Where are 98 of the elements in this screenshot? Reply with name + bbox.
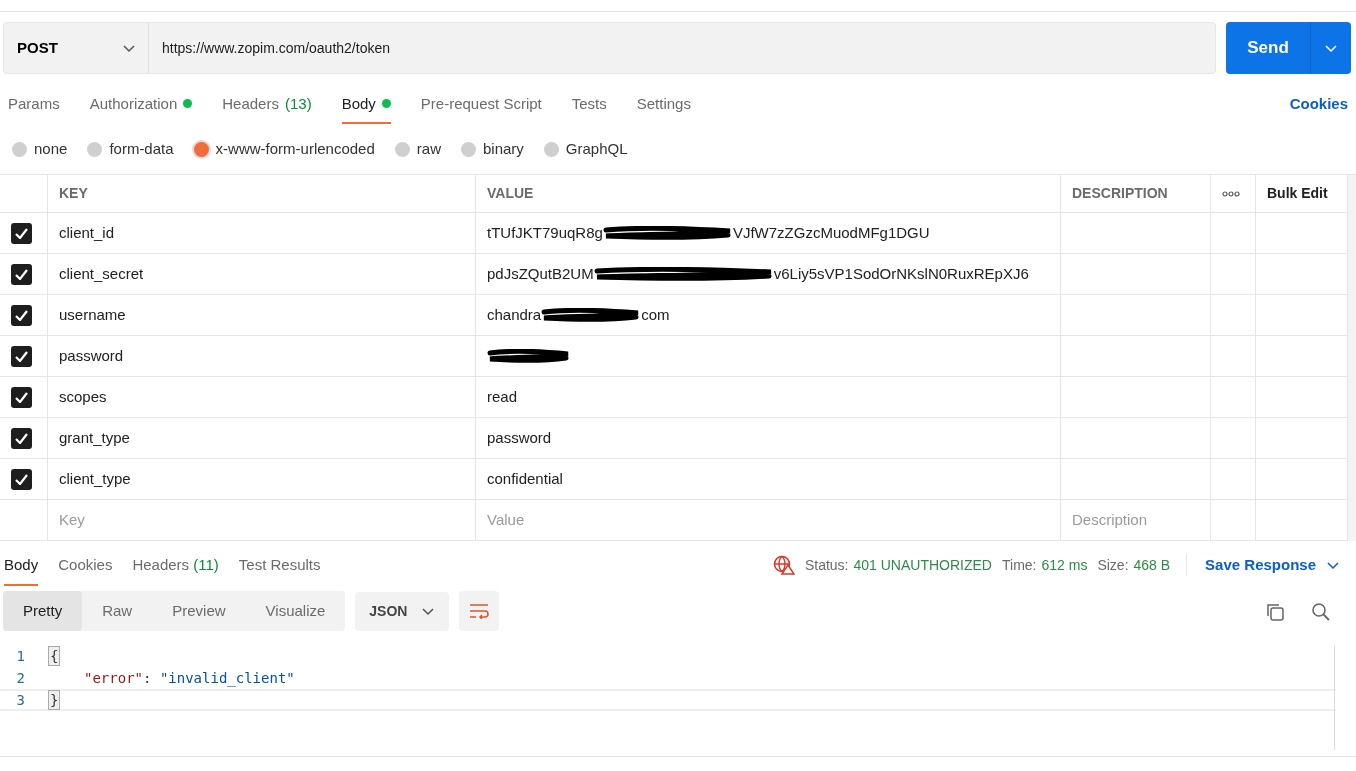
view-mode-tab[interactable]: Visualize [245, 590, 346, 632]
json-key: "error" [84, 667, 143, 689]
radio-button[interactable] [193, 141, 209, 157]
placeholder-text: Description [1072, 509, 1148, 530]
request-tab[interactable]: Settings [636, 92, 691, 124]
view-mode-tab[interactable]: Raw [82, 590, 153, 632]
checkbox[interactable] [11, 427, 32, 449]
code-text: : [143, 668, 153, 688]
cell-text: chandra [487, 304, 542, 325]
cell-text: com [641, 304, 670, 325]
code-text: } [48, 690, 61, 710]
checkmark-icon [15, 268, 28, 280]
table-cell [1211, 295, 1256, 336]
chevron-down-icon [1326, 559, 1340, 571]
request-tab[interactable]: Body [341, 92, 391, 124]
checkbox[interactable] [11, 222, 32, 244]
search-icon [1311, 601, 1331, 622]
cell-text: tTUfJKT79uqR8g [487, 222, 603, 243]
checkbox[interactable] [11, 304, 32, 326]
view-mode-tab[interactable]: Pretty [3, 590, 83, 632]
table-cell [1211, 418, 1256, 459]
status-label: Time: [1002, 555, 1037, 575]
request-tab[interactable]: Pre-request Script [420, 92, 542, 124]
method-dropdown[interactable]: POST [4, 23, 149, 73]
placeholder-text: Value [487, 509, 525, 530]
table-cell [1211, 336, 1256, 377]
view-mode-tab[interactable]: Preview [152, 590, 246, 632]
table-cell: client_type [48, 459, 476, 500]
table-cell: confidential [476, 459, 1061, 500]
table-cell [1211, 254, 1256, 295]
wrap-lines-button[interactable] [459, 591, 500, 631]
body-type-option[interactable]: x-www-form-urlencoded [193, 138, 375, 160]
chevron-down-icon [1324, 42, 1338, 54]
column-header: DESCRIPTION [1061, 175, 1211, 213]
request-tab[interactable]: Headers (13) [222, 92, 312, 124]
table-cell: grant_type [48, 418, 476, 459]
table-cell: read [476, 377, 1061, 418]
status-label: Size: [1097, 555, 1129, 575]
response-tab[interactable]: Test Results [238, 543, 321, 587]
json-value: "invalid_client" [159, 668, 295, 689]
wrap-lines-icon [469, 603, 490, 619]
more-options-icon[interactable] [1222, 190, 1240, 197]
response-tab[interactable]: Cookies [58, 543, 113, 587]
request-tab[interactable]: Params [8, 92, 60, 124]
line-number: 2 [15, 668, 26, 688]
status-value: 468 B [1133, 555, 1171, 575]
cell-text: VJfW7zZGzcMuodMFg1DGU [732, 222, 930, 243]
checkbox[interactable] [11, 263, 32, 285]
radio-button[interactable] [543, 141, 559, 157]
body-type-option[interactable]: GraphQL [543, 138, 628, 160]
checkmark-icon [15, 432, 28, 444]
body-type-option[interactable]: raw [394, 138, 441, 160]
checkmark-icon [15, 473, 28, 485]
request-tab[interactable]: Tests [571, 92, 607, 124]
checkmark-icon [15, 350, 28, 362]
table-cell: client_secret [48, 254, 476, 295]
line-number: 3 [15, 690, 26, 710]
radio-button[interactable] [87, 141, 103, 157]
checkmark-icon [15, 227, 28, 239]
body-type-option[interactable]: form-data [87, 138, 174, 160]
placeholder-text: Key [59, 509, 85, 530]
radio-button[interactable] [394, 141, 410, 157]
chevron-down-icon [421, 605, 436, 617]
table-cell: password [48, 336, 476, 377]
body-type-option[interactable]: none [12, 138, 68, 160]
checkmark-icon [15, 309, 28, 321]
status-label: Status: [804, 555, 849, 575]
response-tab[interactable]: Headers (11) [132, 543, 219, 587]
status-value: 401 UNAUTHORIZED [853, 555, 992, 575]
table-cell: username [48, 295, 476, 336]
chevron-down-icon [122, 42, 136, 54]
radio-button[interactable] [460, 141, 476, 157]
column-header: KEY [48, 175, 476, 213]
checkbox[interactable] [11, 345, 32, 367]
cell-text: pdJsZQutB2UM [487, 263, 594, 284]
table-cell: password [476, 418, 1061, 459]
body-type-option[interactable]: binary [460, 138, 524, 160]
checkmark-icon [15, 391, 28, 403]
line-number: 1 [15, 646, 26, 666]
column-header: VALUE [476, 175, 1061, 213]
format-dropdown[interactable]: JSON [355, 591, 450, 631]
copy-icon [1265, 601, 1285, 622]
url-field[interactable]: POST https://www.zopim.com/oauth2/token [3, 22, 1216, 74]
cell-text: v6Liy5sVP1SodOrNKslN0RuxREpXJ6 [773, 263, 1029, 284]
request-tab[interactable]: Authorization [89, 92, 193, 124]
table-cell [1211, 377, 1256, 418]
save-response-button[interactable]: Save Response [1186, 553, 1340, 577]
code-text: { [48, 646, 61, 666]
checkbox[interactable] [11, 468, 32, 490]
response-tab[interactable]: Body [4, 543, 39, 587]
table-cell: client_id [48, 213, 476, 254]
table-cell: scopes [48, 377, 476, 418]
status-value: 612 ms [1041, 555, 1088, 575]
radio-button[interactable] [12, 141, 27, 157]
checkbox[interactable] [11, 386, 32, 408]
table-cell [1211, 459, 1256, 500]
cookies-link[interactable]: Cookies [1289, 92, 1348, 124]
globe-warning-icon [772, 555, 795, 575]
